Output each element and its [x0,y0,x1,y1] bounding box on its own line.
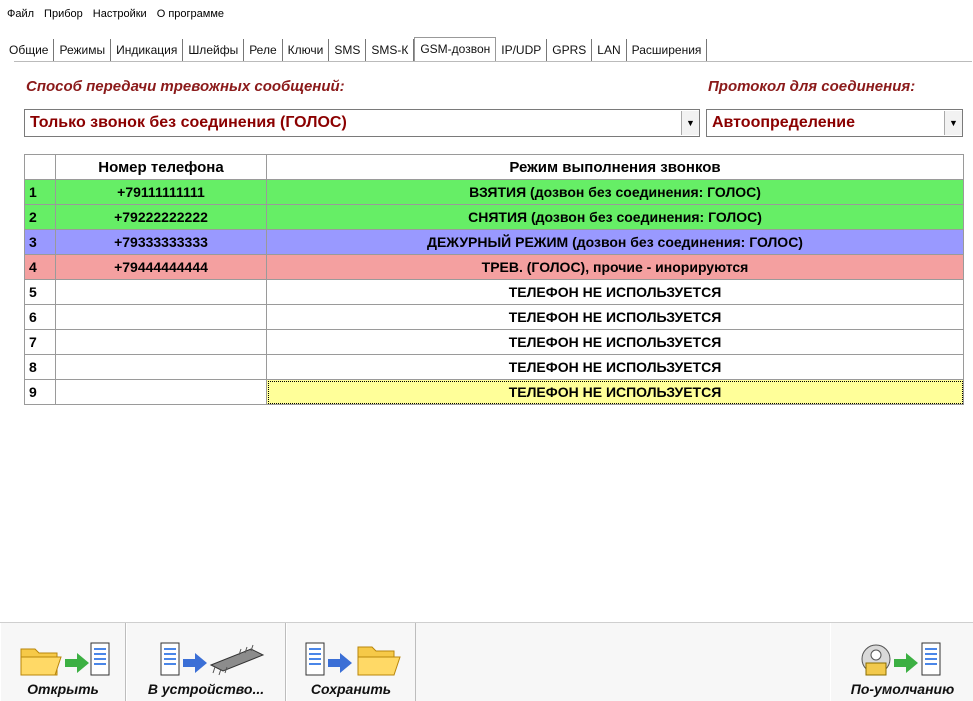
document-to-folder-icon [305,642,401,676]
method-select-value: Только звонок без соединения (ГОЛОС) [30,114,347,131]
header-mode: Режим выполнения звонков [266,154,964,180]
bottom-toolbar: Открыть В устройство... Сохранить По-умо… [0,622,973,701]
menu-file[interactable]: Файл [7,8,34,20]
chevron-down-icon[interactable]: ▼ [944,111,962,135]
phone-cell[interactable] [55,379,267,405]
tab-indication[interactable]: Индикация [111,39,184,61]
mode-cell[interactable]: СНЯТИЯ (дозвон без соединения: ГОЛОС) [266,204,964,230]
mode-cell[interactable]: ТЕЛЕФОН НЕ ИСПОЛЬЗУЕТСЯ [266,279,964,305]
mode-cell[interactable]: ТЕЛЕФОН НЕ ИСПОЛЬЗУЕТСЯ [266,354,964,380]
phone-cell[interactable] [55,304,267,330]
menu-bar: Файл Прибор Настройки О программе [0,0,973,28]
open-button-label: Открыть [27,681,99,697]
phone-cell[interactable] [55,279,267,305]
row-number: 8 [24,354,56,380]
menu-about[interactable]: О программе [157,8,224,20]
method-label: Способ передачи тревожных сообщений: [26,78,345,95]
defaults-button-label: По-умолчанию [850,681,955,697]
method-select[interactable]: Только звонок без соединения (ГОЛОС) ▼ [24,109,700,137]
tab-ip-udp[interactable]: IP/UDP [496,39,548,61]
mode-cell-selected[interactable]: ТЕЛЕФОН НЕ ИСПОЛЬЗУЕТСЯ [266,379,964,405]
tab-sms-k[interactable]: SMS-К [366,39,415,61]
table-row[interactable]: 3 +79333333333 ДЕЖУРНЫЙ РЕЖИМ (дозвон бе… [24,229,964,255]
tab-extensions[interactable]: Расширения [627,39,708,61]
table-row[interactable]: 5 ТЕЛЕФОН НЕ ИСПОЛЬЗУЕТСЯ [24,279,964,305]
phone-cell[interactable] [55,354,267,380]
phone-cell[interactable] [55,329,267,355]
table-row[interactable]: 7 ТЕЛЕФОН НЕ ИСПОЛЬЗУЕТСЯ [24,329,964,355]
row-number: 1 [24,179,56,205]
tab-gsm-dial[interactable]: GSM-дозвон [414,37,497,62]
tab-general[interactable]: Общие [4,39,55,61]
save-button-label: Сохранить [310,681,392,697]
mode-cell[interactable]: ТЕЛЕФОН НЕ ИСПОЛЬЗУЕТСЯ [266,329,964,355]
folder-to-document-icon [20,642,110,676]
row-number: 3 [24,229,56,255]
tab-sms[interactable]: SMS [329,39,367,61]
row-number: 7 [24,329,56,355]
phone-table: Номер телефона Режим выполнения звонков … [24,154,964,405]
phone-cell[interactable]: +79222222222 [55,204,267,230]
table-row[interactable]: 6 ТЕЛЕФОН НЕ ИСПОЛЬЗУЕТСЯ [24,304,964,330]
table-row[interactable]: 8 ТЕЛЕФОН НЕ ИСПОЛЬЗУЕТСЯ [24,354,964,380]
table-header-row: Номер телефона Режим выполнения звонков [24,154,964,180]
phone-cell[interactable]: +79111111111 [55,179,267,205]
header-num [24,154,56,180]
row-number: 5 [24,279,56,305]
to-device-button[interactable]: В устройство... [126,623,286,701]
document-to-chip-icon [160,642,265,676]
mode-cell[interactable]: ТРЕВ. (ГОЛОС), прочие - инорируются [266,254,964,280]
phone-cell[interactable]: +79444444444 [55,254,267,280]
header-phone: Номер телефона [55,154,267,180]
protocol-label: Протокол для соединения: [708,78,916,95]
mode-cell[interactable]: ТЕЛЕФОН НЕ ИСПОЛЬЗУЕТСЯ [266,304,964,330]
save-button[interactable]: Сохранить [286,623,416,701]
chevron-down-icon[interactable]: ▼ [681,111,699,135]
phone-cell[interactable]: +79333333333 [55,229,267,255]
tab-gprs[interactable]: GPRS [547,39,593,61]
row-number: 4 [24,254,56,280]
device-to-document-icon [861,642,940,676]
row-number: 6 [24,304,56,330]
table-row[interactable]: 4 +79444444444 ТРЕВ. (ГОЛОС), прочие - и… [24,254,964,280]
tab-modes[interactable]: Режимы [54,39,112,61]
tab-keys[interactable]: Ключи [283,39,330,61]
mode-cell[interactable]: ВЗЯТИЯ (дозвон без соединения: ГОЛОС) [266,179,964,205]
to-device-button-label: В устройство... [147,681,265,697]
tab-relay[interactable]: Реле [244,39,283,61]
open-button[interactable]: Открыть [0,623,126,701]
table-row[interactable]: 9 ТЕЛЕФОН НЕ ИСПОЛЬЗУЕТСЯ [24,379,964,405]
mode-cell[interactable]: ДЕЖУРНЫЙ РЕЖИМ (дозвон без соединения: Г… [266,229,964,255]
defaults-button[interactable]: По-умолчанию [830,623,973,701]
tab-loops[interactable]: Шлейфы [183,39,245,61]
tab-lan[interactable]: LAN [592,39,627,61]
table-row[interactable]: 1 +79111111111 ВЗЯТИЯ (дозвон без соедин… [24,179,964,205]
tab-strip: Общие Режимы Индикация Шлейфы Реле Ключи… [4,35,708,62]
protocol-select[interactable]: Автоопределение ▼ [706,109,963,137]
protocol-select-value: Автоопределение [712,114,855,131]
menu-settings[interactable]: Настройки [93,8,147,20]
table-row[interactable]: 2 +79222222222 СНЯТИЯ (дозвон без соедин… [24,204,964,230]
row-number: 2 [24,204,56,230]
menu-device[interactable]: Прибор [44,8,83,20]
row-number: 9 [24,379,56,405]
